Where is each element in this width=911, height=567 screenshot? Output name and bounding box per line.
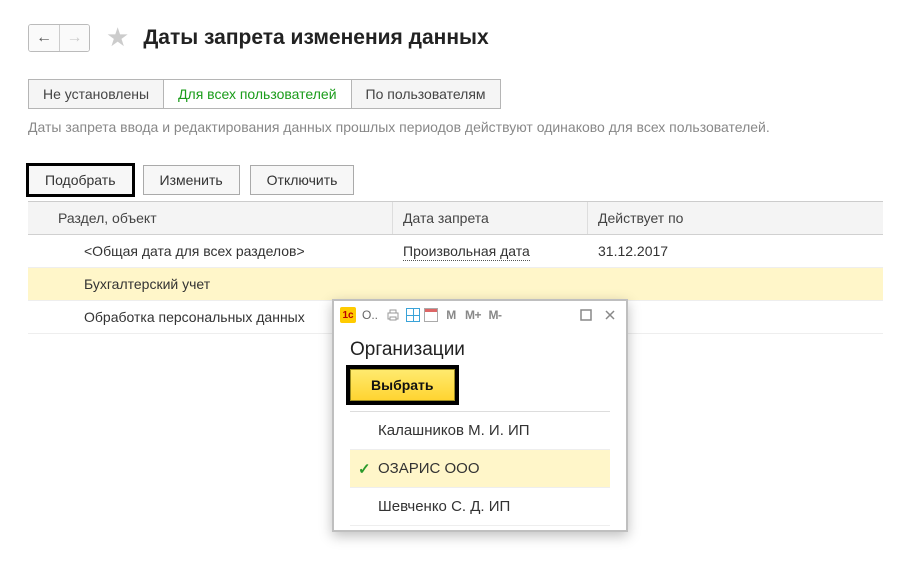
col-section: Раздел, объект — [28, 202, 393, 234]
calc-mminus-icon[interactable]: M- — [486, 306, 504, 324]
select-button[interactable]: Выбрать — [350, 369, 455, 401]
organizations-list: Калашников М. И. ИП ✓ ОЗАРИС ООО Шевченк… — [350, 411, 610, 526]
check-icon: ✓ — [358, 460, 371, 478]
table-header: Раздел, объект Дата запрета Действует по — [28, 202, 883, 235]
table-row[interactable]: <Общая дата для всех разделов> Произволь… — [28, 235, 883, 268]
table-row[interactable]: Бухгалтерский учет — [28, 268, 883, 301]
grid-icon[interactable] — [406, 308, 420, 322]
calendar-icon[interactable] — [424, 308, 438, 322]
list-item-label: Шевченко С. Д. ИП — [378, 498, 510, 515]
arrow-right-icon: → — [67, 29, 83, 47]
cell-section: Бухгалтерский учет — [28, 268, 393, 300]
ban-date-link[interactable]: Произвольная дата — [403, 243, 530, 261]
col-ban-date: Дата запрета — [393, 202, 588, 234]
dialog-heading: Организации — [350, 339, 610, 361]
forward-button[interactable]: → — [59, 25, 89, 51]
calc-mplus-icon[interactable]: M+ — [464, 306, 482, 324]
cell-effective — [588, 301, 883, 333]
mode-tabs: Не установлены Для всех пользователей По… — [28, 79, 883, 109]
tab-not-set[interactable]: Не установлены — [28, 79, 164, 109]
close-button[interactable] — [600, 306, 620, 324]
arrow-left-icon: ← — [36, 29, 52, 47]
list-item-label: ОЗАРИС ООО — [378, 460, 480, 477]
cell-ban-date — [393, 268, 588, 300]
cell-effective — [588, 268, 883, 300]
nav-buttons: ← → — [28, 24, 90, 52]
dialog-titlebar[interactable]: 1c О.. M M+ M- — [334, 301, 626, 329]
edit-button[interactable]: Изменить — [143, 165, 240, 195]
tab-by-users[interactable]: По пользователям — [352, 79, 501, 109]
calc-m-icon[interactable]: M — [442, 306, 460, 324]
tab-all-users[interactable]: Для всех пользователей — [164, 79, 351, 109]
col-effective: Действует по — [588, 202, 883, 234]
list-item[interactable]: ✓ ОЗАРИС ООО — [350, 450, 610, 488]
app-1c-icon: 1c — [340, 307, 356, 323]
list-item-label: Калашников М. И. ИП — [378, 422, 530, 439]
back-button[interactable]: ← — [29, 25, 59, 51]
description-text: Даты запрета ввода и редактирования данн… — [28, 119, 883, 135]
list-item[interactable]: Калашников М. И. ИП — [350, 412, 610, 450]
dialog-short-title: О.. — [362, 308, 378, 322]
toolbar: Подобрать Изменить Отключить — [28, 165, 883, 195]
cell-effective: 31.12.2017 — [588, 235, 883, 267]
page-title: Даты запрета изменения данных — [143, 26, 488, 50]
cell-section: <Общая дата для всех разделов> — [28, 235, 393, 267]
organizations-dialog: 1c О.. M M+ M- Организации Выбрать Калаш… — [332, 299, 628, 532]
print-icon[interactable] — [384, 306, 402, 324]
pick-button[interactable]: Подобрать — [28, 165, 133, 195]
cell-ban-date: Произвольная дата — [393, 235, 588, 267]
disable-button[interactable]: Отключить — [250, 165, 355, 195]
maximize-button[interactable] — [576, 306, 596, 324]
favorite-star-icon[interactable]: ★ — [106, 22, 129, 53]
list-item[interactable]: Шевченко С. Д. ИП — [350, 488, 610, 526]
